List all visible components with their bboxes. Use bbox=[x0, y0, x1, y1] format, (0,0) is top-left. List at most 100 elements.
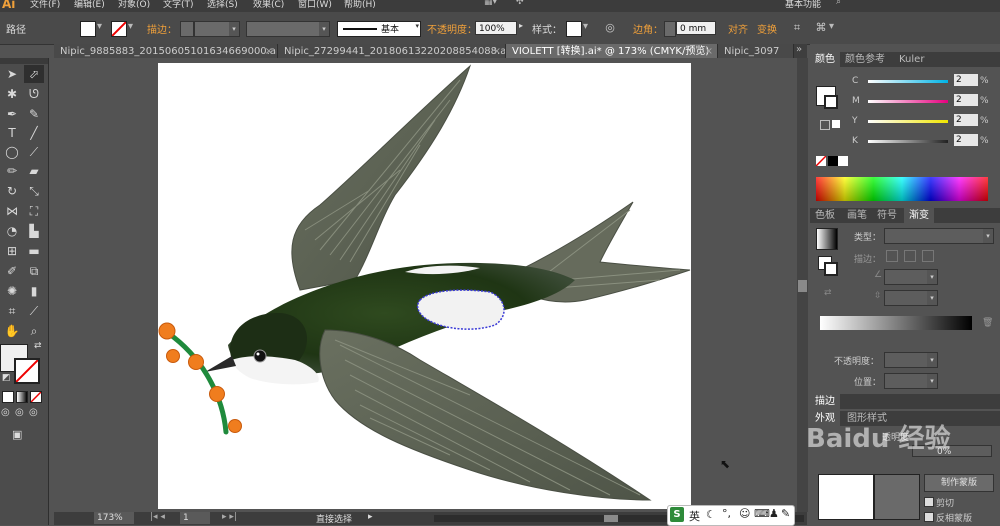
stroke-color-box[interactable] bbox=[14, 358, 40, 384]
align-button[interactable]: 对齐 bbox=[728, 21, 748, 36]
stroke-weight-stepper[interactable] bbox=[180, 21, 194, 37]
blend-tool-icon[interactable]: ⧉ bbox=[24, 262, 44, 280]
zoom-field[interactable]: 173% bbox=[94, 512, 134, 524]
next-artboard-icon[interactable]: ▸ ▸| bbox=[222, 512, 237, 522]
none-color-swatch[interactable] bbox=[816, 156, 826, 166]
color-stroke-box[interactable] bbox=[824, 95, 838, 109]
swap-colors-icon[interactable]: ⇄ bbox=[34, 341, 42, 351]
opacity-dropdown-arrow[interactable]: ▸ bbox=[519, 21, 523, 30]
eraser-tool-icon[interactable]: ▰ bbox=[24, 162, 44, 180]
punctuation-icon[interactable]: °, bbox=[722, 507, 731, 520]
tab-swatches[interactable]: 色板 bbox=[810, 208, 840, 223]
black-swatch[interactable] bbox=[828, 156, 838, 166]
fill-dropdown-arrow[interactable]: ▾ bbox=[97, 21, 102, 32]
search-icon[interactable]: ⌕ bbox=[836, 0, 841, 7]
emoji-icon[interactable]: ☺ bbox=[739, 507, 750, 520]
menu-window[interactable]: 窗口(W) bbox=[298, 0, 332, 10]
stroke-dropdown-arrow[interactable]: ▾ bbox=[128, 21, 133, 32]
corner-radius-field[interactable]: 0 mm bbox=[676, 21, 716, 35]
stroke-label[interactable]: 描边： bbox=[147, 21, 177, 36]
menu-select[interactable]: 选择(S) bbox=[207, 0, 238, 10]
reverse-gradient-icon[interactable]: ⇄ bbox=[824, 288, 832, 298]
ellipse-tool-icon[interactable]: ◯ bbox=[2, 143, 22, 161]
graphic-style-swatch[interactable] bbox=[566, 21, 582, 37]
keyboard-icon[interactable]: ⌨ bbox=[754, 507, 770, 520]
corner-stepper[interactable] bbox=[664, 21, 676, 37]
zoom-tool-icon[interactable]: ⌕ bbox=[24, 322, 44, 340]
magic-wand-tool-icon[interactable]: ✱ bbox=[2, 85, 22, 103]
opacity-label[interactable]: 不透明度： bbox=[427, 21, 477, 36]
delete-stop-icon[interactable]: 🗑 bbox=[982, 318, 993, 328]
gradient-stroke-box[interactable] bbox=[824, 262, 838, 276]
tab-document-2[interactable]: Nipic_27299441_20180613220208854088.ai* × bbox=[278, 44, 506, 59]
tab-gradient[interactable]: 渐变 bbox=[904, 208, 934, 223]
close-icon[interactable]: × bbox=[705, 44, 713, 59]
tab-document-1[interactable]: Nipic_9885883_20150605101634669000.ai* × bbox=[54, 44, 278, 59]
gradient-angle-field[interactable]: ▾ bbox=[884, 269, 938, 285]
web-safe-swatch[interactable] bbox=[832, 120, 840, 128]
swallow-illustration[interactable] bbox=[158, 63, 691, 509]
direct-selection-tool-icon[interactable]: ⬀ bbox=[24, 65, 44, 83]
gradient-position-field[interactable]: ▾ bbox=[884, 373, 938, 389]
gradient-aspect-field[interactable]: ▾ bbox=[884, 290, 938, 306]
tabs-overflow-icon[interactable]: » bbox=[796, 44, 802, 55]
tab-document-4[interactable]: Nipic_3097 bbox=[718, 44, 794, 59]
type-tool-icon[interactable]: T bbox=[2, 124, 22, 142]
out-of-gamut-icon[interactable] bbox=[820, 120, 830, 130]
tab-color-guide[interactable]: 颜色参考 bbox=[840, 52, 890, 67]
shape-builder-tool-icon[interactable]: ◔ bbox=[2, 222, 22, 240]
stroke-across-icon[interactable] bbox=[922, 250, 934, 262]
arrange-icon[interactable]: ▦▾ bbox=[484, 0, 497, 7]
menu-help[interactable]: 帮助(H) bbox=[344, 0, 376, 10]
black-slider[interactable] bbox=[868, 140, 948, 143]
menu-effect[interactable]: 效果(C) bbox=[253, 0, 284, 10]
first-artboard-icon[interactable]: |◂ ◂ bbox=[150, 512, 165, 522]
cyan-value[interactable]: 2 bbox=[954, 74, 978, 86]
gradient-opacity-field[interactable]: ▾ bbox=[884, 352, 938, 368]
perspective-grid-tool-icon[interactable]: ▙ bbox=[24, 222, 44, 240]
scrollbar-thumb[interactable] bbox=[604, 515, 618, 522]
gradient-tool-icon[interactable]: ▬ bbox=[24, 242, 44, 260]
pen-tool-icon[interactable]: ✒ bbox=[2, 105, 22, 123]
magenta-slider[interactable] bbox=[868, 100, 948, 103]
color-mode-icon[interactable] bbox=[2, 391, 14, 403]
user-icon[interactable]: ♟ bbox=[769, 507, 779, 520]
tab-symbols[interactable]: 符号 bbox=[872, 208, 902, 223]
symbol-sprayer-tool-icon[interactable]: ✺ bbox=[2, 282, 22, 300]
curvature-tool-icon[interactable]: ✎ bbox=[24, 105, 44, 123]
tab-document-active[interactable]: VIOLETT [转换].ai* @ 173% (CMYK/预览) × bbox=[506, 44, 718, 59]
artboard-tool-icon[interactable]: ⌗ bbox=[2, 302, 22, 320]
stroke-weight-dropdown[interactable]: ▾ bbox=[194, 21, 240, 37]
tab-brushes[interactable]: 画笔 bbox=[842, 208, 872, 223]
tab-kuler[interactable]: Kuler bbox=[894, 52, 929, 67]
select-similar-icon[interactable]: ⌘ bbox=[813, 20, 829, 36]
artboard-number-field[interactable]: 1 bbox=[180, 512, 210, 524]
default-colors-icon[interactable]: ◩ bbox=[2, 373, 11, 383]
draw-behind-icon[interactable]: ◎ bbox=[15, 407, 24, 418]
pencil-tool-icon[interactable]: ✏ bbox=[2, 162, 22, 180]
opacity-field[interactable]: 100% bbox=[475, 21, 517, 35]
scrollbar-thumb[interactable] bbox=[798, 280, 807, 292]
cyan-slider[interactable] bbox=[868, 80, 948, 83]
lasso-tool-icon[interactable]: ᘎ bbox=[24, 85, 44, 103]
menu-edit[interactable]: 编辑(E) bbox=[74, 0, 105, 10]
settings-wrench-icon[interactable]: ✎ bbox=[781, 507, 790, 520]
tab-color[interactable]: 颜色 bbox=[810, 52, 840, 67]
close-icon[interactable]: × bbox=[265, 44, 273, 59]
hand-tool-icon[interactable]: ✋ bbox=[2, 322, 22, 340]
fill-swatch[interactable] bbox=[80, 21, 96, 37]
moon-icon[interactable]: ☾ bbox=[706, 508, 716, 521]
brush-style-dropdown[interactable]: 基本 ▾ bbox=[337, 21, 421, 37]
black-value[interactable]: 2 bbox=[954, 134, 978, 146]
stroke-swatch[interactable] bbox=[111, 21, 127, 37]
select-similar-arrow[interactable]: ▾ bbox=[829, 21, 834, 32]
recolor-artwork-icon[interactable]: ◎ bbox=[602, 20, 618, 36]
magenta-value[interactable]: 2 bbox=[954, 94, 978, 106]
rotate-tool-icon[interactable]: ↻ bbox=[2, 182, 22, 200]
status-menu-arrow[interactable]: ▸ bbox=[368, 512, 373, 522]
style-dropdown-arrow[interactable]: ▾ bbox=[583, 21, 588, 32]
menu-object[interactable]: 对象(O) bbox=[118, 0, 150, 10]
artboard[interactable] bbox=[158, 63, 691, 509]
mesh-tool-icon[interactable]: ⊞ bbox=[2, 242, 22, 260]
color-spectrum[interactable] bbox=[816, 177, 988, 201]
